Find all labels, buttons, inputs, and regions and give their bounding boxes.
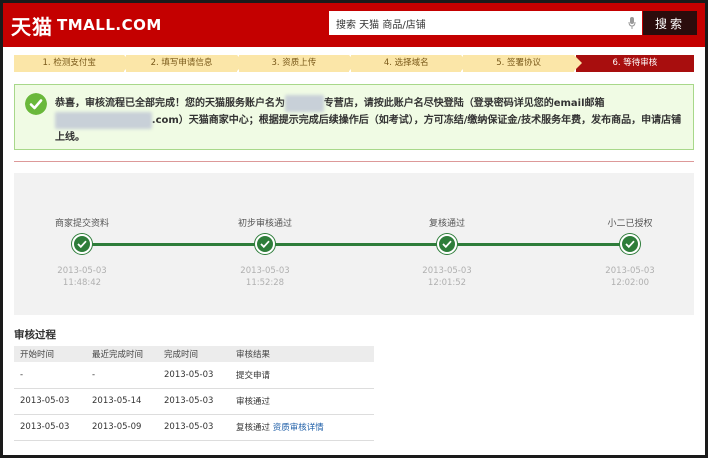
microphone-icon[interactable] [628, 17, 636, 29]
logo-en-text: TMALL.COM [57, 16, 162, 34]
search-button[interactable]: 搜索 [643, 11, 697, 35]
cell-start: 2013-05-03 [14, 414, 86, 441]
col-result: 审核结果 [230, 346, 374, 362]
timeline-date: 2013-05-03 12:01:52 [422, 266, 472, 288]
blurred-account-name: xxxxxx [285, 95, 324, 112]
col-done-time: 完成时间 [158, 346, 230, 362]
timeline-check-icon [255, 234, 275, 254]
cell-done: 2013-05-03 [158, 362, 230, 389]
timeline-date: 2013-05-03 11:48:42 [57, 266, 107, 288]
success-message-box: 恭喜，审核流程已全部完成！您的天猫服务账户名为xxxxxx专营店，请按此账户名尽… [14, 84, 694, 150]
success-line2-post: .com）天猫商家中心；根据提示完成后续操作后（如考试），方可冻结/缴纳保证金/… [151, 115, 682, 126]
step-1: 1. 检测支付宝 [14, 55, 133, 72]
table-row: 2013-05-03 2013-05-09 2013-05-03 复核通过 资质… [14, 414, 374, 441]
success-line1-post: 专营店，请按此账户名尽快登陆（登录密码详见您的email邮箱 [323, 98, 605, 109]
review-process-table: 开始时间 最近完成时间 完成时间 审核结果 - - 2013-05-03 提交申… [14, 346, 374, 441]
logo-cn-text: 天猫 [11, 14, 53, 39]
timeline-check-icon [620, 234, 640, 254]
timeline-label: 商家提交资料 [54, 219, 109, 229]
step-5: 5. 签署协议 [463, 55, 583, 72]
qualification-detail-link[interactable]: 资质审核详情 [273, 423, 324, 433]
step-6-active: 6. 等待审核 [575, 55, 695, 72]
cell-result: 提交申请 [230, 362, 374, 389]
step-3: 3. 资质上传 [238, 55, 358, 72]
search-box [329, 11, 642, 35]
divider [14, 161, 694, 162]
timeline-date: 2013-05-03 11:52:28 [240, 266, 290, 288]
success-text: 恭喜，审核流程已全部完成！您的天猫服务账户名为xxxxxx专营店，请按此账户名尽… [55, 95, 685, 146]
col-recent-time: 最近完成时间 [86, 346, 158, 362]
timeline-line [82, 243, 630, 246]
cell-result: 复核通过 资质审核详情 [230, 414, 374, 441]
success-line3: 上线。 [55, 132, 85, 143]
timeline-date: 2013-05-03 12:02:00 [605, 266, 655, 288]
col-start-time: 开始时间 [14, 346, 86, 362]
tmall-logo[interactable]: 天猫 TMALL.COM [11, 10, 162, 40]
table-header-row: 开始时间 最近完成时间 完成时间 审核结果 [14, 346, 374, 362]
search-input[interactable] [330, 13, 610, 33]
cell-recent: - [86, 362, 158, 389]
header-bar: 天猫 TMALL.COM 搜索 [3, 3, 705, 47]
review-process-title: 审核过程 [14, 329, 56, 341]
cell-done: 2013-05-03 [158, 388, 230, 415]
page-frame: 天猫 TMALL.COM 搜索 1. 检测支付宝 2. 填写申请信息 3. 资质… [3, 3, 705, 455]
cell-start: - [14, 362, 86, 389]
cell-recent: 2013-05-14 [86, 388, 158, 415]
cell-start: 2013-05-03 [14, 388, 86, 415]
table-row: - - 2013-05-03 提交申请 [14, 362, 374, 389]
success-line1-pre: 恭喜，审核流程已全部完成！您的天猫服务账户名为 [55, 98, 285, 109]
table-row: 2013-05-03 2013-05-14 2013-05-03 审核通过 [14, 388, 374, 415]
progress-steps: 1. 检测支付宝 2. 填写申请信息 3. 资质上传 4. 选择域名 5. 签署… [14, 55, 695, 72]
timeline-label: 小二已授权 [607, 219, 653, 229]
success-check-icon [25, 93, 47, 115]
step-2: 2. 填写申请信息 [126, 55, 246, 72]
review-timeline: 商家提交资料 2013-05-03 11:48:42 初步审核通过 2013-05… [14, 173, 694, 315]
timeline-check-icon [72, 234, 92, 254]
blurred-email: xxxxxxxxxxxxxxx [55, 112, 152, 129]
timeline-label: 复核通过 [428, 219, 465, 229]
step-4: 4. 选择域名 [351, 55, 470, 72]
cell-result: 审核通过 [230, 388, 374, 415]
timeline-check-icon [437, 234, 457, 254]
timeline-label: 初步审核通过 [237, 219, 292, 229]
cell-recent: 2013-05-09 [86, 414, 158, 441]
cell-done: 2013-05-03 [158, 414, 230, 441]
